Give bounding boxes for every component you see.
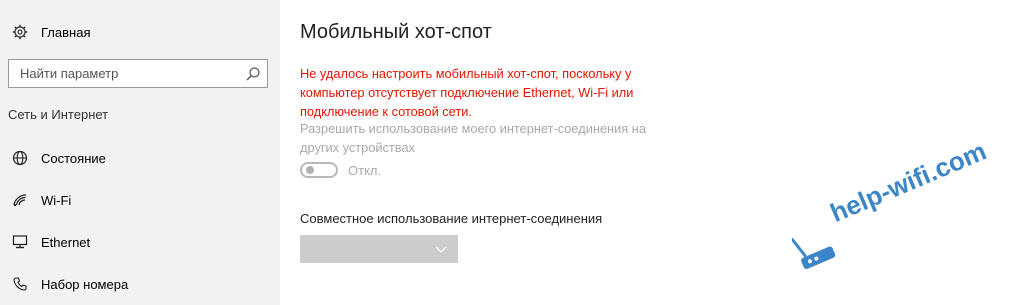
hotspot-toggle[interactable] — [300, 162, 338, 178]
nav-home[interactable]: Главная — [12, 20, 90, 44]
ethernet-icon — [12, 234, 28, 250]
nav-home-label: Главная — [41, 24, 91, 40]
sidebar-item-label: Ethernet — [41, 234, 91, 250]
phone-icon — [12, 276, 28, 292]
main-content: Мобильный хот-спот Не удалось настроить … — [300, 0, 1024, 305]
sidebar-item-label: Wi-Fi — [41, 192, 72, 208]
sidebar: Главная Сеть и Интернет Состояние Wi-Fi … — [0, 0, 280, 305]
sidebar-item-wifi[interactable]: Wi-Fi — [12, 188, 71, 212]
page-title: Мобильный хот-спот — [300, 21, 492, 43]
gear-icon — [12, 24, 28, 40]
share-connection-dropdown[interactable] — [300, 235, 458, 263]
share-connection-label: Совместное использование интернет-соедин… — [300, 211, 603, 226]
router-icon — [792, 237, 836, 269]
sidebar-item-dialup[interactable]: Набор номера — [12, 272, 128, 296]
hotspot-toggle-row: Откл. — [300, 162, 381, 178]
search-input[interactable] — [9, 65, 245, 82]
sidebar-item-label: Состояние — [41, 150, 106, 166]
error-message: Не удалось настроить мобильный хот-спот,… — [300, 66, 634, 119]
toggle-knob — [306, 166, 314, 174]
share-description: Разрешить использование моего интернет-с… — [300, 121, 646, 155]
wifi-icon — [12, 192, 28, 208]
section-title: Сеть и Интернет — [8, 107, 109, 122]
toggle-state-label: Откл. — [348, 162, 382, 178]
search-box[interactable] — [8, 59, 268, 88]
globe-icon — [12, 150, 28, 166]
sidebar-item-label: Набор номера — [41, 276, 129, 292]
search-icon[interactable] — [245, 66, 261, 82]
chevron-down-icon — [435, 246, 447, 253]
sidebar-item-status[interactable]: Состояние — [12, 146, 106, 170]
sidebar-item-ethernet[interactable]: Ethernet — [12, 230, 90, 254]
